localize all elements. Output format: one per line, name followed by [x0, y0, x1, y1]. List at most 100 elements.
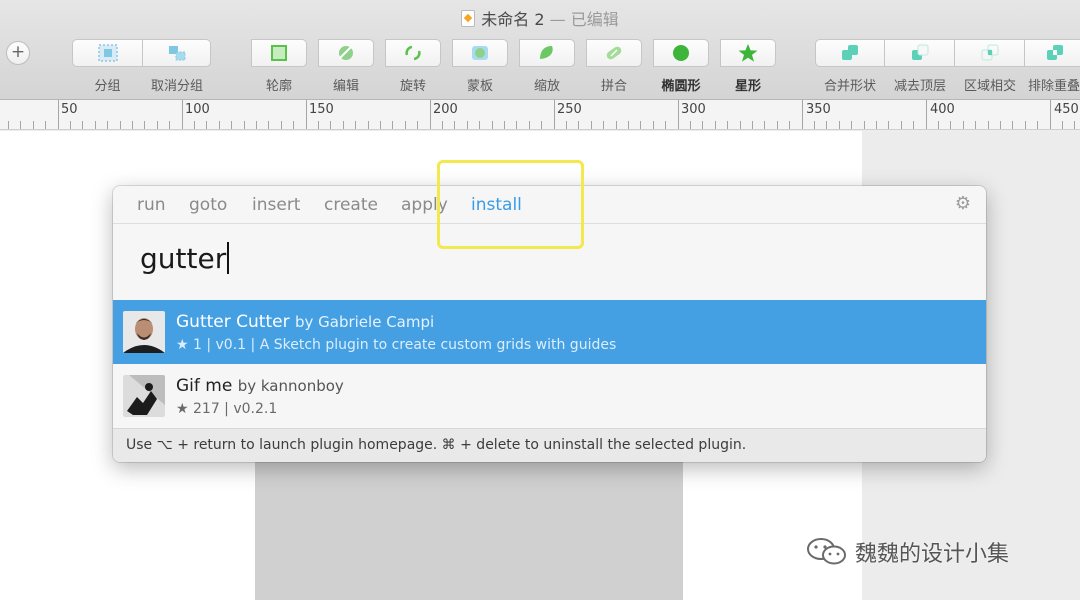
ruler-tick — [405, 121, 406, 129]
search-value[interactable]: gutter — [140, 242, 230, 275]
ruler-tick — [1037, 121, 1038, 129]
horizontal-ruler[interactable]: 50 100 150 200 250 300 350 400 450 — [0, 100, 1080, 130]
flatten-icon — [606, 46, 622, 60]
watermark-text: 魏魏的设计小集 — [855, 542, 1010, 567]
ruler-tick — [392, 121, 393, 129]
mask-button[interactable] — [452, 39, 508, 67]
ruler-tick — [789, 121, 790, 129]
edit-button-wrap — [318, 39, 374, 67]
oval-label: 椭圆形 — [661, 79, 701, 94]
ruler-tick — [479, 121, 480, 129]
text-caret — [227, 242, 230, 274]
subtract-icon — [911, 44, 928, 60]
ruler-tick — [318, 121, 319, 129]
plugin-author: by kannonboy — [237, 377, 344, 395]
ruler-tick — [268, 121, 269, 129]
ruler-mark: 450 — [1054, 102, 1079, 117]
ruler-tick — [616, 121, 617, 129]
union-button[interactable] — [815, 39, 885, 67]
ruler-tick — [442, 121, 443, 129]
ruler-tick — [231, 121, 232, 129]
ruler-tick — [430, 100, 431, 129]
ruler-tick — [678, 100, 679, 129]
ruler-tick — [554, 100, 555, 129]
ruler-tick — [95, 121, 96, 129]
ruler-tick — [343, 121, 344, 129]
ruler-tick — [603, 121, 604, 129]
ruler-tick — [355, 121, 356, 129]
star-button[interactable] — [720, 39, 776, 67]
flatten-button[interactable] — [586, 39, 642, 67]
add-button[interactable]: + — [6, 41, 30, 65]
difference-label: 排除重叠 — [1028, 79, 1080, 94]
ruler-tick — [281, 121, 282, 129]
scale-label: 缩放 — [533, 79, 560, 94]
group-button-set — [72, 39, 211, 67]
plugin-name: Gutter Cutter — [176, 312, 290, 332]
ruler-mark: 100 — [185, 102, 210, 117]
tab-goto[interactable]: goto — [189, 195, 227, 215]
oval-icon — [673, 45, 689, 61]
scale-button[interactable] — [519, 39, 575, 67]
ruler-tick — [516, 121, 517, 129]
ruler-tick — [764, 121, 765, 129]
sketch-document-icon — [461, 10, 476, 27]
result-meta: ★ 217 | v0.2.1 — [176, 401, 278, 417]
tab-run[interactable]: run — [137, 195, 166, 215]
mask-label: 蒙板 — [466, 79, 493, 94]
ruler-tick — [70, 121, 71, 129]
author-avatar — [123, 375, 165, 417]
ruler-tick — [963, 121, 964, 129]
ruler-tick — [541, 121, 542, 129]
ruler-tick — [1012, 121, 1013, 129]
gear-icon[interactable]: ⚙ — [954, 195, 972, 213]
ruler-tick — [727, 121, 728, 129]
ruler-tick — [132, 121, 133, 129]
rotate-button[interactable] — [385, 39, 441, 67]
ruler-mark: 300 — [681, 102, 706, 117]
group-button[interactable] — [72, 39, 143, 67]
subtract-button[interactable] — [885, 39, 955, 67]
ruler-tick — [814, 121, 815, 129]
intersect-label: 区域相交 — [963, 79, 1016, 94]
outline-label: 轮廓 — [265, 79, 292, 94]
ruler-mark: 350 — [806, 102, 831, 117]
mask-button-wrap — [452, 39, 508, 67]
rotate-button-wrap — [385, 39, 441, 67]
ruler-tick — [665, 121, 666, 129]
tab-insert[interactable]: insert — [252, 195, 300, 215]
ruler-tick — [467, 121, 468, 129]
ruler-tick — [306, 100, 307, 129]
ruler-tick — [888, 121, 889, 129]
intersect-button[interactable] — [955, 39, 1025, 67]
ruler-tick — [454, 121, 455, 129]
ruler-tick — [839, 121, 840, 129]
union-icon — [842, 45, 858, 60]
ruler-mark: 250 — [557, 102, 582, 117]
result-item[interactable]: Gif me by kannonboy ★ 217 | v0.2.1 — [113, 364, 986, 428]
tab-create[interactable]: create — [324, 195, 378, 215]
ruler-tick — [82, 121, 83, 129]
oval-button[interactable] — [653, 39, 709, 67]
ruler-tick — [144, 121, 145, 129]
ruler-mark: 50 — [61, 102, 78, 117]
star-button-wrap — [720, 39, 776, 67]
edit-button[interactable] — [318, 39, 374, 67]
ruler-tick — [256, 121, 257, 129]
ruler-tick — [988, 121, 989, 129]
intersect-icon — [981, 44, 998, 61]
ungroup-button[interactable] — [143, 39, 211, 67]
rotate-label: 旋转 — [399, 79, 426, 94]
outline-button-wrap — [251, 39, 307, 67]
difference-button[interactable] — [1025, 39, 1080, 67]
ruler-tick — [194, 121, 195, 129]
result-item-selected[interactable]: Gutter Cutter by Gabriele Campi ★ 1 | v0… — [113, 300, 986, 364]
ruler-mark: 150 — [309, 102, 334, 117]
ruler-tick — [876, 121, 877, 129]
ruler-tick — [826, 121, 827, 129]
author-avatar — [123, 311, 165, 353]
outline-button[interactable] — [251, 39, 307, 67]
ruler-tick — [157, 121, 158, 129]
ruler-tick — [219, 121, 220, 129]
scale-button-wrap — [519, 39, 575, 67]
